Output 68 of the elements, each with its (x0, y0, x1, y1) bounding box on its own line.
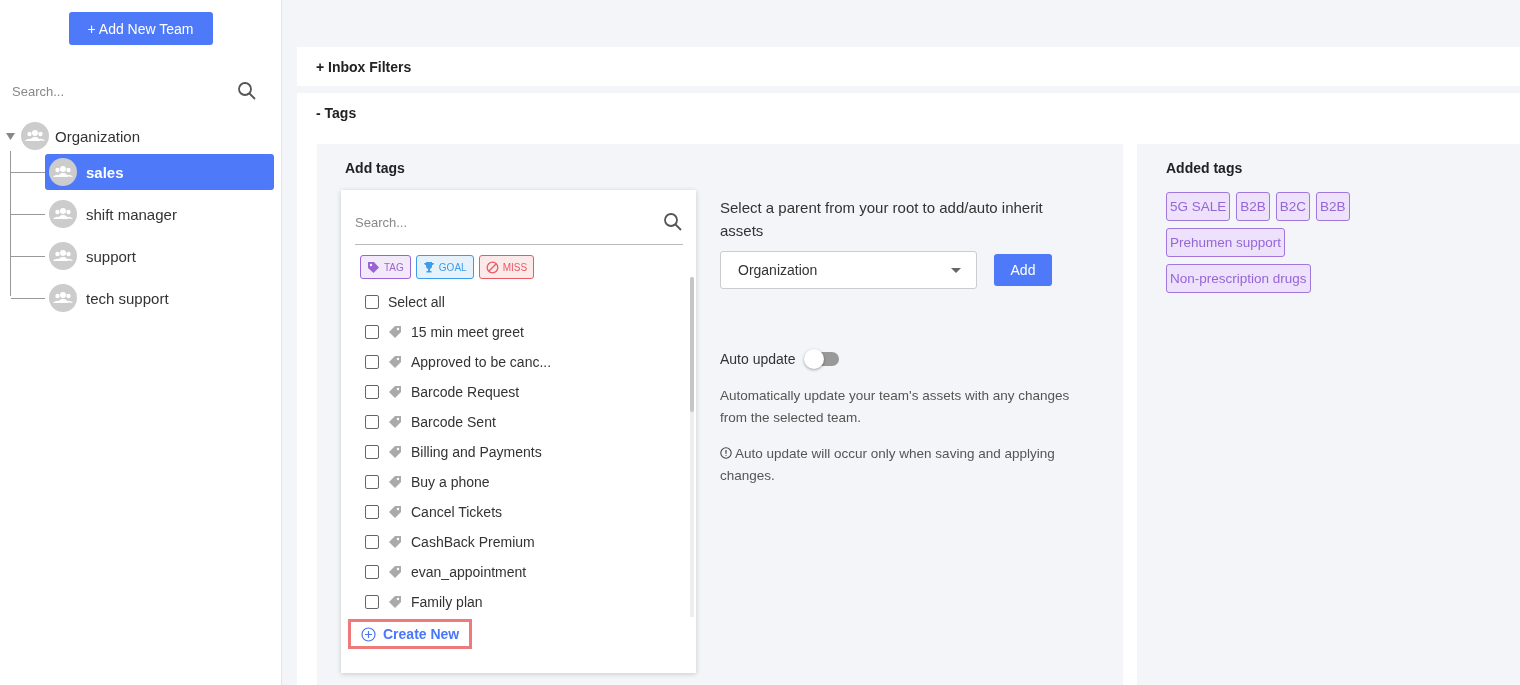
auto-update-description: Automatically update your team's assets with any changes from the selected team. (720, 387, 1071, 427)
add-team-button[interactable]: + Add New Team (68, 12, 213, 45)
filter-chip[interactable]: TAG (360, 255, 411, 279)
added-tags-title: Added tags (1166, 160, 1244, 176)
add-tags-title: Add tags (345, 160, 406, 176)
section-header[interactable]: + Inbox Filters (297, 47, 1520, 86)
create-new-button[interactable]: Create New (348, 619, 473, 649)
tag-icon (388, 595, 402, 609)
tree-item[interactable]: support (45, 238, 274, 274)
tag-icon (388, 445, 402, 459)
tag-icon (388, 565, 402, 579)
auto-update-label: Auto update (720, 351, 796, 367)
tag-option-label[interactable]: CashBack Premium (411, 534, 535, 550)
parent-prompt-text: Select a parent from your root to add/auto inherit assets (720, 198, 1044, 241)
tag-option-label[interactable]: evan_appointment (411, 564, 527, 580)
team-avatar-icon (49, 200, 77, 228)
checkbox[interactable] (365, 415, 379, 429)
tag-icon (388, 415, 402, 429)
prohibited-icon (485, 260, 499, 274)
auto-update-toggle[interactable] (805, 352, 839, 366)
tag-option-label[interactable]: Buy a phone (411, 474, 490, 490)
tag-option-label[interactable]: Family plan (411, 594, 483, 610)
tag-option-label[interactable]: Billing and Payments (411, 444, 542, 460)
tree-item[interactable]: tech support (45, 280, 274, 316)
trophy-icon (422, 261, 435, 273)
tag-icon (388, 535, 402, 549)
checkbox[interactable] (365, 445, 379, 459)
tag-icon (388, 475, 402, 489)
tag-option-label[interactable]: 15 min meet greet (411, 324, 524, 340)
collapse-triangle-icon[interactable] (6, 132, 15, 140)
team-avatar-icon (49, 242, 77, 270)
checkbox[interactable] (365, 295, 379, 309)
scrollbar[interactable] (690, 277, 694, 617)
team-avatar-icon (21, 122, 49, 150)
info-icon (720, 447, 732, 459)
team-search-field[interactable]: Search... (12, 83, 237, 99)
search-icon[interactable] (237, 81, 257, 101)
parent-select[interactable]: Organization (720, 251, 977, 289)
tag-option-label[interactable]: Cancel Tickets (411, 504, 503, 520)
section-header[interactable]: - Tags (297, 93, 1520, 132)
tag-icon (367, 260, 380, 274)
select-all-label[interactable]: Select all (388, 294, 445, 310)
checkbox[interactable] (365, 475, 379, 489)
checkbox[interactable] (365, 595, 379, 609)
checkbox[interactable] (365, 565, 379, 579)
checkbox[interactable] (365, 385, 379, 399)
checkbox[interactable] (365, 355, 379, 369)
tag-option-label[interactable]: Approved to be canc... (411, 354, 552, 370)
tree-item[interactable]: sales (45, 154, 274, 190)
tag-option-label[interactable]: Barcode Request (411, 384, 520, 400)
tag-icon (388, 385, 402, 399)
search-icon[interactable] (663, 212, 683, 232)
checkbox[interactable] (365, 505, 379, 519)
auto-update-note: Auto update will occur only when saving and applying changes. (720, 445, 1056, 485)
team-avatar-icon (49, 284, 77, 312)
checkbox[interactable] (365, 325, 379, 339)
dropdown-caret-icon (951, 267, 961, 273)
tag-icon (388, 355, 402, 369)
team-avatar-icon (49, 158, 77, 186)
tree-item-label[interactable]: Organization (55, 127, 141, 145)
tag-icon (388, 325, 402, 339)
add-button[interactable]: Add (994, 254, 1052, 286)
tag-option-label[interactable]: Barcode Sent (411, 414, 496, 430)
tag-search-field[interactable]: Search... (355, 214, 663, 230)
tag-icon (388, 505, 402, 519)
tree-item[interactable]: shift manager (45, 196, 274, 232)
plus-circle-icon (361, 626, 376, 642)
checkbox[interactable] (365, 535, 379, 549)
